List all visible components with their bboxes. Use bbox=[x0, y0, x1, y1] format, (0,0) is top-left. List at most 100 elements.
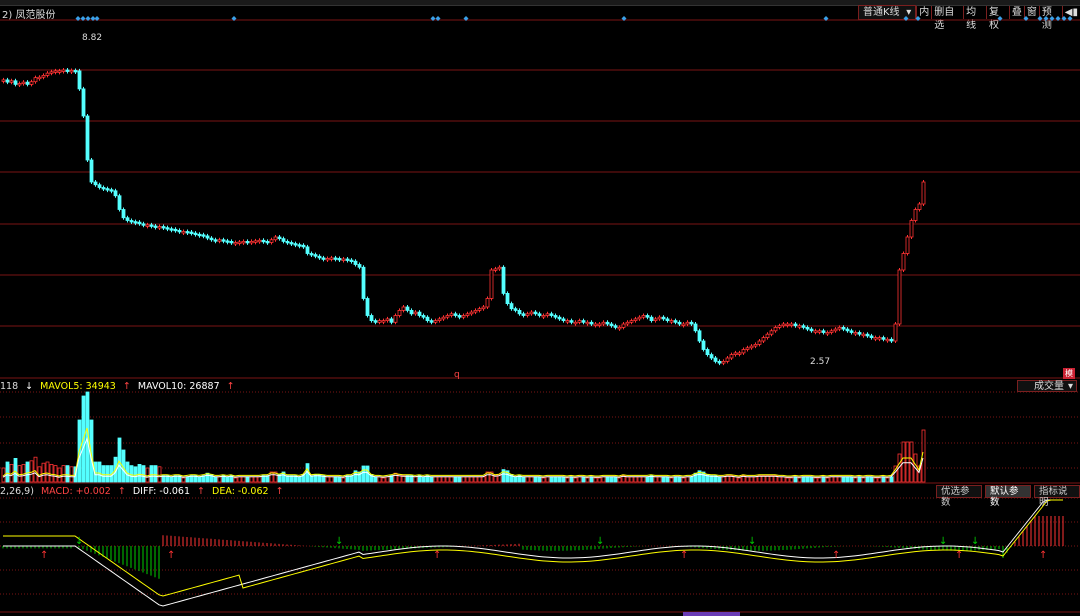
candle-body bbox=[797, 325, 802, 328]
candle-body bbox=[89, 159, 94, 183]
volume-bar bbox=[881, 476, 886, 483]
volume-bar bbox=[381, 477, 386, 483]
volume-bar bbox=[813, 477, 818, 483]
volume-bar bbox=[525, 476, 530, 483]
candle-body bbox=[77, 70, 82, 90]
volume-bar bbox=[785, 477, 790, 483]
indicator-select[interactable]: 成交量 ▾ bbox=[1017, 380, 1077, 392]
candle-body bbox=[785, 323, 790, 326]
candle-body bbox=[833, 328, 838, 332]
candle-body bbox=[813, 330, 818, 333]
volume-bar bbox=[781, 476, 786, 483]
volume-bar bbox=[837, 476, 842, 483]
candle-body bbox=[893, 323, 898, 342]
volume-bar bbox=[477, 476, 482, 483]
candle-body bbox=[457, 315, 462, 318]
volume-bar bbox=[185, 476, 190, 483]
candle-body bbox=[577, 320, 582, 323]
volume-bar bbox=[521, 476, 526, 483]
candle-body bbox=[537, 313, 542, 316]
candle-body bbox=[529, 311, 534, 315]
candle-body bbox=[749, 345, 754, 349]
candle-body bbox=[297, 244, 302, 247]
candle-body bbox=[29, 81, 34, 85]
candle-body bbox=[589, 321, 594, 325]
buy-arrow-icon: ↑ bbox=[680, 550, 688, 561]
candle-body bbox=[1, 79, 6, 82]
volume-bar bbox=[53, 465, 58, 483]
volume-bar bbox=[817, 477, 822, 483]
candle-body bbox=[565, 320, 570, 323]
volume-bar bbox=[449, 476, 454, 483]
high-price-label: 8.82 bbox=[82, 33, 102, 43]
candle-body bbox=[705, 349, 710, 355]
model-badge[interactable]: 模 bbox=[1063, 368, 1075, 379]
candle-body bbox=[857, 332, 862, 335]
candle-body bbox=[409, 309, 414, 315]
volume-bar bbox=[749, 476, 754, 483]
mavol10-value: MAVOL10: 26887 bbox=[137, 381, 220, 392]
volume-bar bbox=[609, 476, 614, 483]
candle-body bbox=[601, 321, 606, 325]
volume-bar bbox=[65, 465, 70, 483]
volume-bar bbox=[5, 461, 10, 483]
candle-body bbox=[873, 337, 878, 340]
candle-body bbox=[125, 217, 130, 221]
tab-optimal-params[interactable]: 优选参数 bbox=[936, 485, 982, 508]
candle-body bbox=[45, 72, 50, 76]
candle-body bbox=[321, 257, 326, 260]
candle-body bbox=[713, 357, 718, 362]
chart-canvas[interactable]: 8.82 2.57 q ↑ ↓ ↑ ↓ ↑ ↓ ↑ ↓ ↑ ↓ ↑ ↓ ↑ bbox=[0, 0, 1080, 616]
volume-bar bbox=[341, 477, 346, 483]
candle-body bbox=[801, 325, 806, 328]
candle-body bbox=[885, 338, 890, 342]
candle-body bbox=[641, 315, 646, 318]
volume-bar bbox=[45, 461, 50, 483]
volume-bar bbox=[33, 456, 38, 483]
candle-body bbox=[309, 253, 314, 256]
candle-body bbox=[341, 258, 346, 261]
volume-bar bbox=[617, 477, 622, 483]
volume-bar bbox=[661, 476, 666, 483]
candle-body bbox=[745, 347, 750, 350]
candle-body bbox=[301, 244, 306, 248]
tab-default-params[interactable]: 默认参数 bbox=[985, 485, 1031, 508]
sell-arrow-icon: ↓ bbox=[596, 536, 604, 547]
macd-series: ↑ ↓ ↑ ↓ ↑ ↓ ↑ ↓ ↑ ↓ ↑ ↓ ↑ bbox=[2, 499, 1064, 616]
mavol5-value: MAVOL5: 34943 bbox=[40, 381, 116, 392]
volume-bar bbox=[689, 476, 694, 483]
volume-bar bbox=[633, 476, 638, 483]
volume-bar bbox=[777, 476, 782, 483]
volume-bar bbox=[613, 476, 618, 483]
volume-bar bbox=[577, 476, 582, 483]
candle-body bbox=[877, 337, 882, 340]
volume-bar bbox=[141, 465, 146, 483]
candle-body bbox=[581, 320, 586, 323]
marker-q: q bbox=[454, 370, 460, 380]
candle-body bbox=[329, 257, 334, 260]
candle-body bbox=[61, 69, 66, 72]
volume-bar bbox=[565, 477, 570, 483]
candle-body bbox=[569, 320, 574, 323]
candle-body bbox=[865, 333, 870, 337]
candle-body bbox=[293, 243, 298, 246]
volume-bar bbox=[157, 466, 162, 483]
candle-body bbox=[101, 187, 106, 190]
volume-prefix: 118 bbox=[0, 381, 19, 392]
volume-bar bbox=[669, 477, 674, 483]
volume-bar bbox=[129, 465, 134, 483]
volume-bar bbox=[833, 476, 838, 483]
candle-body bbox=[433, 320, 438, 323]
volume-bar bbox=[49, 463, 54, 483]
candle-body bbox=[861, 333, 866, 337]
tab-indicator-help[interactable]: 指标说明 bbox=[1034, 485, 1080, 508]
candle-body bbox=[197, 233, 202, 237]
candle-body bbox=[145, 224, 150, 227]
volume-bar bbox=[809, 476, 814, 483]
candle-body bbox=[381, 320, 386, 323]
candle-body bbox=[489, 269, 494, 299]
volume-bar bbox=[857, 476, 862, 483]
volume-bar bbox=[585, 477, 590, 483]
candle-body bbox=[453, 313, 458, 316]
candle-body bbox=[657, 316, 662, 320]
